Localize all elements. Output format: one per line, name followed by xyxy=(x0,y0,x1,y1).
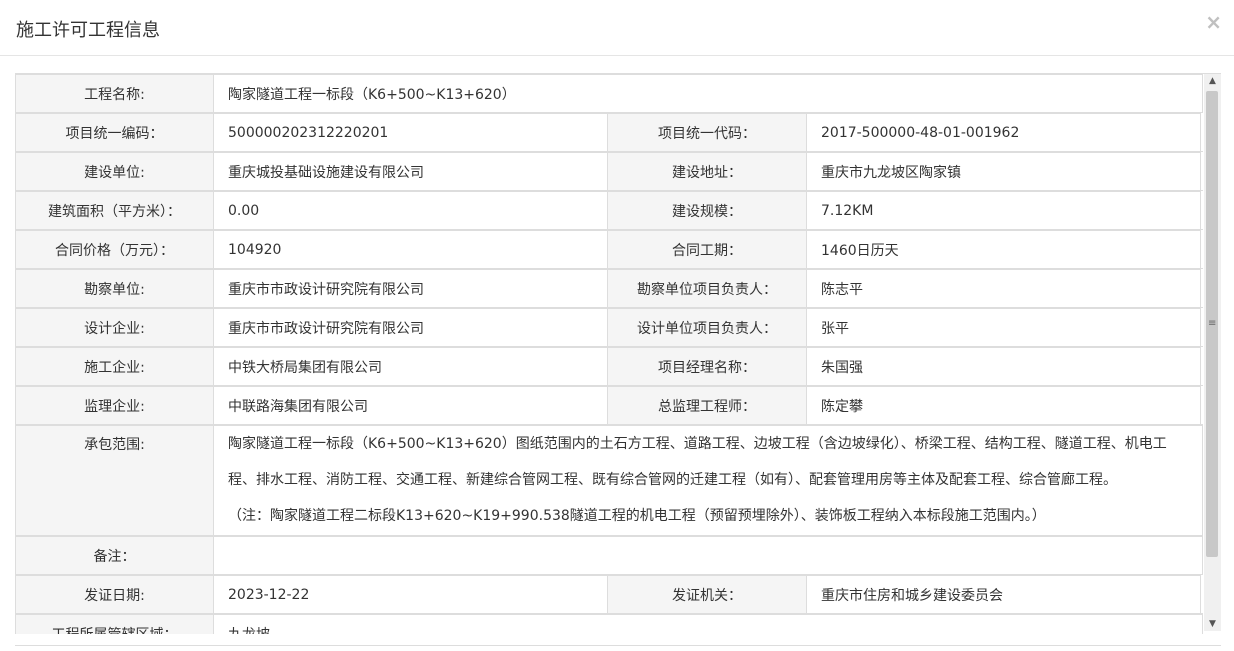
design-firm-value: 重庆市市政设计研究院有限公司 xyxy=(213,308,608,346)
project-uniform-code-label: 项目统一代码： xyxy=(607,113,807,151)
project-manager-label: 项目经理名称： xyxy=(607,347,807,385)
survey-unit-label: 勘察单位: xyxy=(15,269,214,307)
remark-value xyxy=(213,536,1203,574)
address-value: 重庆市九龙坡区陶家镇 xyxy=(806,152,1201,190)
chief-supervisor-value: 陈定攀 xyxy=(806,386,1201,424)
modal-footer-divider xyxy=(15,645,1221,646)
scale-label: 建设规模： xyxy=(607,191,807,229)
table-row: 勘察单位: 重庆市市政设计研究院有限公司 勘察单位项目负责人： 陈志平 xyxy=(15,269,1203,308)
scope-line: 程、排水工程、消防工程、交通工程、新建综合管网工程、既有综合管网的迁建工程（如有… xyxy=(228,472,1117,488)
builder-value: 重庆城投基础设施建设有限公司 xyxy=(213,152,608,190)
table-row: 建设单位: 重庆城投基础设施建设有限公司 建设地址： 重庆市九龙坡区陶家镇 xyxy=(15,152,1203,191)
survey-lead-label: 勘察单位项目负责人： xyxy=(607,269,807,307)
scroll-up-icon[interactable]: ▲ xyxy=(1204,74,1221,88)
scroll-down-icon[interactable]: ▼ xyxy=(1204,617,1221,631)
design-firm-label: 设计企业: xyxy=(15,308,214,346)
project-code-value: 500000202312220201 xyxy=(213,113,608,151)
construction-firm-label: 施工企业: xyxy=(15,347,214,385)
address-label: 建设地址： xyxy=(607,152,807,190)
table-row: 备注： xyxy=(15,536,1203,575)
table-row: 发证日期: 2023-12-22 发证机关： 重庆市住房和城乡建设委员会 xyxy=(15,575,1203,614)
remark-label: 备注： xyxy=(15,536,214,574)
issue-date-label: 发证日期: xyxy=(15,575,214,613)
table-row: 设计企业: 重庆市市政设计研究院有限公司 设计单位项目负责人： 张平 xyxy=(15,308,1203,347)
scale-value: 7.12KM xyxy=(806,191,1201,229)
info-table-scroll-area[interactable]: 工程名称: 陶家隧道工程一标段（K6+500~K13+620） 项目统一编码： … xyxy=(15,73,1221,634)
project-code-label: 项目统一编码： xyxy=(15,113,214,151)
table-row: 合同价格（万元）： 104920 合同工期： 1460日历天 xyxy=(15,230,1203,269)
table-row: 承包范围: 陶家隧道工程一标段（K6+500~K13+620）图纸范围内的土石方… xyxy=(15,425,1203,536)
issuing-authority-label: 发证机关： xyxy=(607,575,807,613)
area-value: 0.00 xyxy=(213,191,608,229)
table-row: 监理企业: 中联路海集团有限公司 总监理工程师： 陈定攀 xyxy=(15,386,1203,425)
supervision-firm-value: 中联路海集团有限公司 xyxy=(213,386,608,424)
contract-price-label: 合同价格（万元）： xyxy=(15,230,214,268)
scope-value: 陶家隧道工程一标段（K6+500~K13+620）图纸范围内的土石方工程、道路工… xyxy=(213,425,1203,535)
design-lead-label: 设计单位项目负责人： xyxy=(607,308,807,346)
scope-line: 陶家隧道工程一标段（K6+500~K13+620）图纸范围内的土石方工程、道路工… xyxy=(228,436,1167,452)
vertical-scrollbar[interactable]: ▲ ▼ xyxy=(1204,74,1221,631)
contract-period-value: 1460日历天 xyxy=(806,230,1201,268)
supervision-firm-label: 监理企业: xyxy=(15,386,214,424)
project-uniform-code-value: 2017-500000-48-01-001962 xyxy=(806,113,1201,151)
close-icon[interactable]: × xyxy=(1205,10,1222,34)
issue-date-value: 2023-12-22 xyxy=(213,575,608,613)
design-lead-value: 张平 xyxy=(806,308,1201,346)
info-table: 工程名称: 陶家隧道工程一标段（K6+500~K13+620） 项目统一编码： … xyxy=(15,74,1203,634)
contract-period-label: 合同工期： xyxy=(607,230,807,268)
area-label: 建筑面积（平方米）： xyxy=(15,191,214,229)
construction-firm-value: 中铁大桥局集团有限公司 xyxy=(213,347,608,385)
table-row: 工程名称: 陶家隧道工程一标段（K6+500~K13+620） xyxy=(15,74,1203,113)
chief-supervisor-label: 总监理工程师： xyxy=(607,386,807,424)
modal-header: 施工许可工程信息 × xyxy=(0,0,1234,56)
scope-label: 承包范围: xyxy=(15,425,214,535)
table-row: 施工企业: 中铁大桥局集团有限公司 项目经理名称： 朱国强 xyxy=(15,347,1203,386)
table-row: 项目统一编码： 500000202312220201 项目统一代码： 2017-… xyxy=(15,113,1203,152)
scope-note: （注：陶家隧道工程二标段K13+620~K19+990.538隧道工程的机电工程… xyxy=(228,508,1046,524)
builder-label: 建设单位: xyxy=(15,152,214,190)
jurisdiction-value: 九龙坡 xyxy=(213,614,1203,634)
project-manager-value: 朱国强 xyxy=(806,347,1201,385)
table-row: 建筑面积（平方米）： 0.00 建设规模： 7.12KM xyxy=(15,191,1203,230)
project-name-value: 陶家隧道工程一标段（K6+500~K13+620） xyxy=(213,74,1203,112)
table-row: 工程所属管辖区域： 九龙坡 xyxy=(15,614,1203,634)
issuing-authority-value: 重庆市住房和城乡建设委员会 xyxy=(806,575,1201,613)
jurisdiction-label: 工程所属管辖区域： xyxy=(15,614,214,634)
survey-lead-value: 陈志平 xyxy=(806,269,1201,307)
scrollbar-grip-icon: ≡ xyxy=(1208,318,1217,329)
modal-title: 施工许可工程信息 xyxy=(16,20,160,41)
survey-unit-value: 重庆市市政设计研究院有限公司 xyxy=(213,269,608,307)
contract-price-value: 104920 xyxy=(213,230,608,268)
project-name-label: 工程名称: xyxy=(15,74,214,112)
